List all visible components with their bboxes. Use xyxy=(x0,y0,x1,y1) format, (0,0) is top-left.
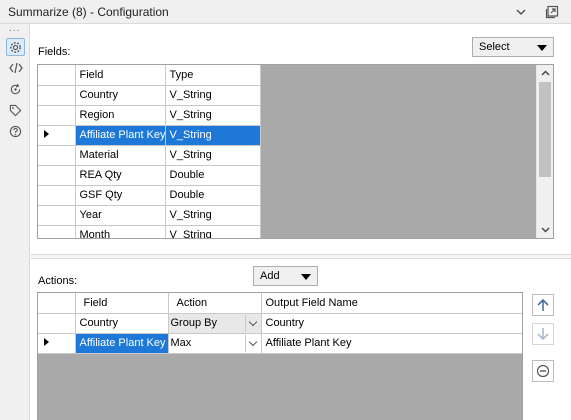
field-name-cell[interactable]: Region xyxy=(75,105,166,126)
row-header-corner xyxy=(38,65,76,86)
field-type-cell[interactable]: V_String xyxy=(165,105,261,126)
code-icon[interactable] xyxy=(6,59,25,77)
row-header[interactable] xyxy=(38,225,76,238)
chevron-down-icon[interactable] xyxy=(244,314,261,332)
row-header[interactable] xyxy=(38,85,76,106)
field-type-cell[interactable]: V_String xyxy=(165,85,261,106)
scroll-down-icon[interactable] xyxy=(537,222,553,238)
window-title: Summarize (8) - Configuration xyxy=(8,5,169,19)
table-row[interactable]: Country Group By Country xyxy=(38,313,522,334)
table-row[interactable]: Material V_String xyxy=(38,145,261,166)
caret-down-icon xyxy=(301,274,311,280)
configuration-panel: Fields: Select Field Type Country V_Stri… xyxy=(31,24,571,420)
column-header-field[interactable]: Field xyxy=(75,293,169,314)
scroll-up-icon[interactable] xyxy=(537,65,553,81)
table-row-selected[interactable]: Affiliate Plant Key V_String xyxy=(38,125,261,146)
fields-scrollbar[interactable] xyxy=(536,65,553,238)
row-header[interactable] xyxy=(38,205,76,226)
scroll-thumb[interactable] xyxy=(539,82,551,177)
select-dropdown[interactable]: Select xyxy=(472,37,554,57)
row-header[interactable] xyxy=(38,145,76,166)
row-pointer-icon xyxy=(44,130,49,138)
row-header-corner xyxy=(38,293,76,314)
field-name-cell[interactable]: Country xyxy=(75,85,166,106)
row-pointer-icon xyxy=(44,338,49,346)
field-name-cell[interactable]: GSF Qty xyxy=(75,185,166,206)
column-header-output-field-name[interactable]: Output Field Name xyxy=(261,293,522,314)
move-down-button[interactable] xyxy=(532,323,554,345)
field-name-cell[interactable]: REA Qty xyxy=(75,165,166,186)
panel-splitter[interactable] xyxy=(31,254,571,259)
fields-header-row: Field Type xyxy=(38,65,261,86)
column-header-action[interactable]: Action xyxy=(168,293,262,314)
field-type-cell[interactable]: V_String xyxy=(165,125,261,146)
move-up-button[interactable] xyxy=(532,294,554,316)
field-type-cell[interactable]: Double xyxy=(165,165,261,186)
table-row[interactable]: Country V_String xyxy=(38,85,261,106)
gear-icon[interactable] xyxy=(6,38,25,56)
table-row[interactable]: GSF Qty Double xyxy=(38,185,261,206)
action-select-value: Group By xyxy=(170,316,217,329)
action-select-cell[interactable]: Group By xyxy=(168,313,262,334)
minus-circle-icon xyxy=(536,364,550,378)
select-dropdown-label: Select xyxy=(479,41,510,53)
tag-icon[interactable] xyxy=(6,101,25,119)
actions-grid[interactable]: Field Action Output Field Name Country G… xyxy=(37,292,523,420)
add-dropdown[interactable]: Add xyxy=(253,266,318,286)
table-row-selected[interactable]: Affiliate Plant Key Max Affiliate Plant … xyxy=(38,333,522,354)
table-row[interactable]: REA Qty Double xyxy=(38,165,261,186)
row-header[interactable] xyxy=(38,333,76,354)
arrow-down-icon xyxy=(536,327,550,341)
caret-down-icon xyxy=(537,45,547,51)
tool-sidebar: ... xyxy=(0,24,30,420)
action-select-cell[interactable]: Max xyxy=(168,333,262,354)
output-field-name-cell[interactable]: Country xyxy=(261,313,522,334)
field-name-cell[interactable]: Affiliate Plant Key xyxy=(75,125,166,146)
row-header[interactable] xyxy=(38,105,76,126)
remove-action-button[interactable] xyxy=(532,360,554,382)
window-titlebar: Summarize (8) - Configuration xyxy=(0,0,571,24)
field-type-cell[interactable]: Double xyxy=(165,185,261,206)
fields-grid[interactable]: Field Type Country V_String Region V_Str… xyxy=(37,64,554,239)
action-field-cell[interactable]: Country xyxy=(75,313,169,334)
action-select-value: Max xyxy=(170,336,192,349)
row-header[interactable] xyxy=(38,125,76,146)
actions-header-row: Field Action Output Field Name xyxy=(38,293,522,314)
output-field-name-cell[interactable]: Affiliate Plant Key xyxy=(261,333,522,354)
column-header-field[interactable]: Field xyxy=(75,65,166,86)
action-field-cell[interactable]: Affiliate Plant Key xyxy=(75,333,169,354)
sidebar-overflow-label: ... xyxy=(9,23,21,34)
arrow-up-icon xyxy=(536,298,550,312)
table-row[interactable]: Region V_String xyxy=(38,105,261,126)
refresh-icon[interactable] xyxy=(6,80,25,98)
add-dropdown-label: Add xyxy=(260,270,280,282)
row-header[interactable] xyxy=(38,165,76,186)
field-type-cell[interactable]: V_String xyxy=(165,225,261,238)
undock-icon[interactable] xyxy=(542,2,562,22)
actions-label: Actions: xyxy=(38,275,78,287)
table-row[interactable]: Year V_String xyxy=(38,205,261,226)
field-type-cell[interactable]: V_String xyxy=(165,145,261,166)
field-name-cell[interactable]: Year xyxy=(75,205,166,226)
chevron-down-icon[interactable] xyxy=(244,334,261,352)
field-type-cell[interactable]: V_String xyxy=(165,205,261,226)
help-icon[interactable] xyxy=(6,122,25,140)
table-row[interactable]: Month V_String xyxy=(38,225,261,238)
chevron-down-icon[interactable] xyxy=(511,2,531,22)
fields-label: Fields: xyxy=(38,46,71,58)
row-header[interactable] xyxy=(38,313,76,334)
column-header-type[interactable]: Type xyxy=(165,65,261,86)
field-name-cell[interactable]: Month xyxy=(75,225,166,238)
field-name-cell[interactable]: Material xyxy=(75,145,166,166)
row-header[interactable] xyxy=(38,185,76,206)
